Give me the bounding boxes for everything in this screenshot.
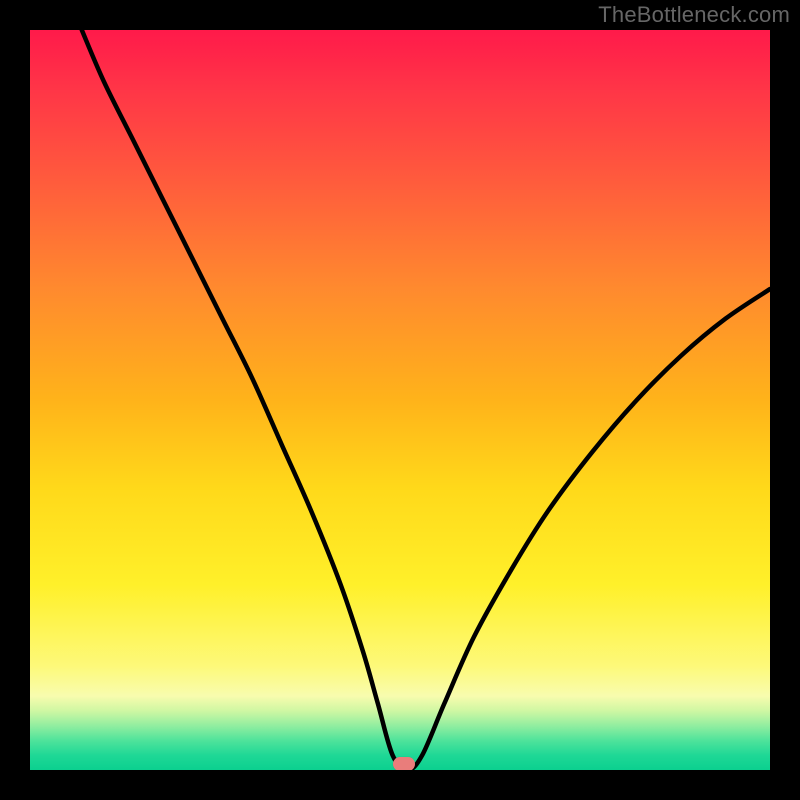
chart-frame: TheBottleneck.com (0, 0, 800, 800)
watermark-text: TheBottleneck.com (598, 2, 790, 28)
optimal-point-marker (393, 757, 415, 770)
bottleneck-curve (30, 30, 770, 770)
plot-area (30, 30, 770, 770)
